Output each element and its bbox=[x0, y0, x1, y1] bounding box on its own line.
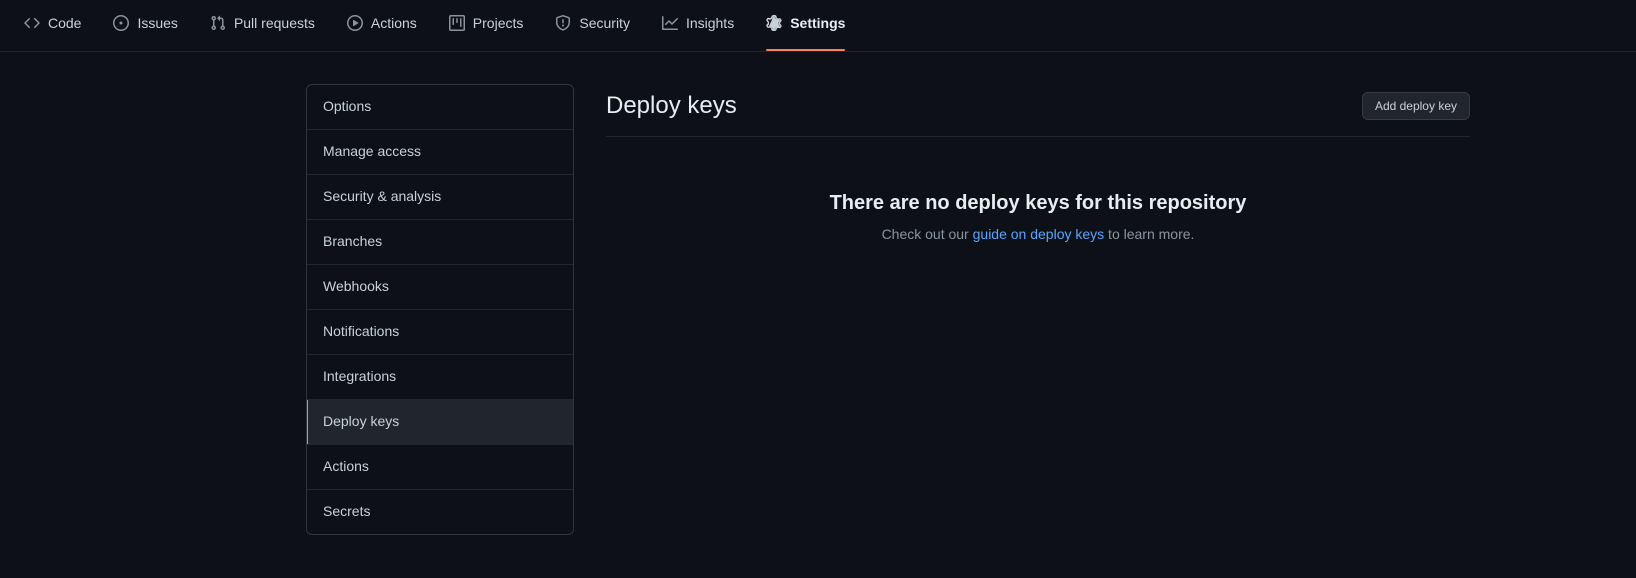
git-pull-request-icon bbox=[210, 15, 226, 31]
nav-tab-label: Issues bbox=[137, 14, 178, 31]
nav-tab-actions[interactable]: Actions bbox=[331, 0, 433, 51]
nav-tab-security[interactable]: Security bbox=[539, 0, 646, 51]
main-content: Deploy keys Add deploy key There are no … bbox=[574, 84, 1636, 535]
issue-opened-icon bbox=[113, 14, 130, 31]
sidebar-item-security-and-analysis[interactable]: Security & analysis bbox=[307, 175, 573, 220]
nav-tab-label: Settings bbox=[790, 14, 846, 31]
sidebar-item-notifications[interactable]: Notifications bbox=[307, 310, 573, 355]
empty-state-text-before: Check out our bbox=[881, 226, 973, 242]
play-icon bbox=[346, 14, 363, 31]
nav-tab-issues[interactable]: Issues bbox=[97, 0, 193, 51]
sidebar-item-secrets[interactable]: Secrets bbox=[307, 490, 573, 534]
sidebar-item-deploy-keys[interactable]: Deploy keys bbox=[307, 400, 573, 445]
empty-state-text: Check out our guide on deploy keys to le… bbox=[606, 224, 1470, 245]
sidebar-item-label: Manage access bbox=[323, 143, 422, 159]
sidebar-item-label: Options bbox=[323, 98, 372, 114]
sidebar-item-integrations[interactable]: Integrations bbox=[307, 355, 573, 400]
sidebar-item-options[interactable]: Options bbox=[307, 85, 573, 130]
nav-tab-label: Insights bbox=[685, 14, 735, 31]
nav-tab-label: Actions bbox=[370, 14, 417, 31]
sidebar-item-label: Webhooks bbox=[323, 278, 389, 294]
nav-tab-pull-requests[interactable]: Pull requests bbox=[194, 0, 331, 51]
sidebar-item-label: Security & analysis bbox=[323, 188, 442, 204]
nav-tab-label: Security bbox=[579, 14, 630, 31]
page-title: Deploy keys bbox=[606, 92, 737, 119]
nav-tab-settings[interactable]: Settings bbox=[750, 0, 861, 51]
nav-tab-label: Projects bbox=[472, 14, 524, 31]
nav-tab-label: Pull requests bbox=[233, 14, 315, 31]
add-deploy-key-button[interactable]: Add deploy key bbox=[1361, 92, 1470, 120]
sidebar-item-label: Deploy keys bbox=[323, 413, 400, 429]
graph-icon bbox=[661, 15, 678, 31]
nav-tab-insights[interactable]: Insights bbox=[646, 0, 750, 51]
sidebar-item-branches[interactable]: Branches bbox=[307, 220, 573, 265]
gear-icon bbox=[766, 14, 782, 31]
empty-state-text-after: to learn more. bbox=[1104, 226, 1195, 242]
sidebar-item-label: Branches bbox=[323, 233, 383, 249]
sidebar-item-actions[interactable]: Actions bbox=[307, 445, 573, 490]
settings-page: Options Manage access Security & analysi… bbox=[0, 52, 1636, 535]
nav-tab-projects[interactable]: Projects bbox=[433, 0, 540, 51]
sidebar-item-label: Secrets bbox=[323, 503, 371, 519]
project-icon bbox=[448, 14, 465, 31]
nav-tab-label: Code bbox=[48, 14, 82, 31]
sidebar-item-manage-access[interactable]: Manage access bbox=[307, 130, 573, 175]
sidebar-item-label: Notifications bbox=[323, 323, 400, 339]
sidebar-item-label: Actions bbox=[323, 458, 369, 474]
shield-icon bbox=[555, 14, 571, 31]
empty-state: There are no deploy keys for this reposi… bbox=[606, 137, 1470, 245]
content-header: Deploy keys Add deploy key bbox=[606, 84, 1470, 137]
code-icon bbox=[24, 15, 40, 31]
settings-sidebar: Options Manage access Security & analysi… bbox=[306, 84, 574, 535]
sidebar-item-label: Integrations bbox=[323, 368, 397, 384]
empty-state-heading: There are no deploy keys for this reposi… bbox=[829, 192, 1247, 214]
nav-tab-code[interactable]: Code bbox=[8, 0, 97, 51]
repo-navigation: Code Issues Pull requests Actions Projec… bbox=[0, 0, 1636, 52]
sidebar-item-webhooks[interactable]: Webhooks bbox=[307, 265, 573, 310]
deploy-keys-guide-link[interactable]: guide on deploy keys bbox=[973, 226, 1105, 242]
